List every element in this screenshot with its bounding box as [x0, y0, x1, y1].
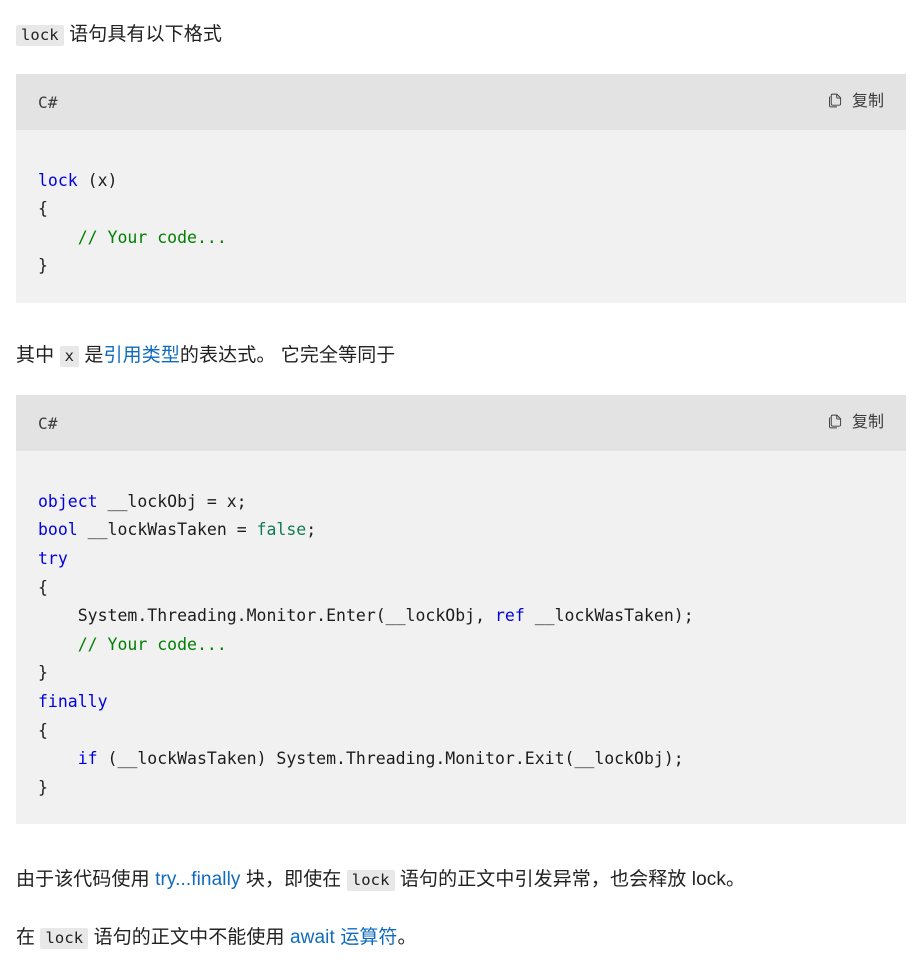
code-block-1-body[interactable]: lock (x) { // Your code...} [16, 147, 906, 303]
code-line: object __lockObj = x; [38, 488, 884, 517]
middle-paragraph-text-before: 其中 [16, 345, 60, 367]
inline-code-lock: lock [16, 25, 64, 46]
code-token: __lockWasTaken = [77, 520, 257, 540]
inline-code-lock: lock [40, 927, 89, 949]
code-block-1-language-label: C# [38, 92, 58, 112]
copy-icon [827, 92, 844, 113]
copy-button-label: 复制 [851, 414, 884, 432]
code-token: finally [38, 692, 108, 712]
code-line: } [38, 252, 884, 281]
copy-button-label: 复制 [851, 93, 884, 110]
code-line: try [38, 545, 884, 574]
code-line: } [38, 774, 884, 803]
closing-2-text-before: 在 [16, 926, 41, 948]
code-block-2: C# 复制 object __lockObj = x; bool __lockWa… [16, 395, 906, 825]
middle-paragraph: 其中 x 是引用类型的表达式。 它完全等同于 [0, 339, 924, 373]
code-token: // Your code... [77, 634, 227, 654]
code-line: { [38, 574, 884, 603]
link-try-finally[interactable]: try...finally [155, 869, 240, 890]
closing-1-text-mid: 块，即使在 [240, 868, 347, 890]
closing-1-text-after: 语句的正文中引发异常，也会释放 lock。 [394, 868, 746, 890]
code-line: // Your code... [38, 224, 884, 253]
code-line: finally [38, 688, 884, 717]
inline-code-lock: lock [346, 869, 395, 891]
closing-2-text-after: 。 [397, 926, 417, 948]
code-line: System.Threading.Monitor.Enter(__lockObj… [38, 602, 884, 631]
spacer-top [0, 0, 924, 18]
code-token: ; [306, 520, 317, 540]
closing-paragraph-1: 由于该代码使用 try...finally 块，即使在 lock 语句的正文中引… [0, 863, 924, 897]
code-line: if (__lockWasTaken) System.Threading.Mon… [38, 745, 884, 774]
code-token: { [38, 577, 48, 597]
middle-paragraph-text-after: 的表达式。 它完全等同于 [179, 345, 396, 367]
intro-paragraph: lock 语句具有以下格式 [0, 18, 924, 52]
code-block-2-language-label: C# [38, 413, 58, 433]
code-line: // Your code... [38, 631, 884, 660]
closing-1-text-before: 由于该代码使用 [16, 868, 156, 890]
code-token: bool [38, 520, 78, 540]
article-content: lock 语句具有以下格式 C# 复制 lock (x) { // Your co… [0, 0, 924, 980]
code-token: __lockObj = x; [97, 491, 247, 511]
code-token: { [38, 199, 48, 219]
code-block-1-header: C# 复制 [16, 74, 906, 130]
code-token: __lockWasTaken); [524, 606, 694, 626]
code-token: } [38, 777, 48, 797]
code-token: if [77, 749, 98, 769]
spacer-before-codeblock-1 [0, 52, 924, 74]
code-line: { [38, 195, 884, 224]
code-token: ref [494, 606, 525, 626]
spacer-after-codeblock-1 [0, 319, 924, 339]
code-line: lock (x) [38, 167, 884, 196]
link-reference-type[interactable]: 引用类型 [104, 345, 180, 366]
closing-paragraph-2: 在 lock 语句的正文中不能使用 await 运算符。 [0, 921, 924, 955]
inline-code-x: x [59, 346, 80, 368]
code-token: (__lockWasTaken) System.Threading.Monito… [97, 749, 684, 769]
code-line: bool __lockWasTaken = false; [38, 516, 884, 545]
copy-button[interactable]: 复制 [825, 411, 886, 436]
link-await-operator[interactable]: await 运算符 [290, 927, 398, 948]
code-token: try [38, 549, 68, 569]
code-token: { [38, 720, 48, 740]
copy-button[interactable]: 复制 [825, 90, 886, 115]
code-token: (x) [77, 170, 118, 190]
spacer-between-closing-paragraphs [0, 897, 924, 921]
code-token: lock [38, 170, 78, 190]
code-line: { [38, 717, 884, 746]
code-token: } [38, 256, 48, 276]
code-token: } [38, 663, 48, 683]
code-block-1: C# 复制 lock (x) { // Your code...} [16, 74, 906, 303]
closing-2-text-mid: 语句的正文中不能使用 [88, 926, 290, 948]
code-token: // Your code... [77, 227, 227, 247]
code-token: System.Threading.Monitor.Enter(__lockObj… [38, 606, 495, 626]
spacer-after-codeblock-2 [0, 841, 924, 863]
middle-paragraph-text-mid: 是 [79, 345, 104, 367]
spacer-before-codeblock-2 [0, 373, 924, 395]
code-block-2-body[interactable]: object __lockObj = x; bool __lockWasTaken… [16, 468, 906, 825]
copy-icon [827, 413, 844, 434]
code-block-2-header: C# 复制 [16, 395, 906, 452]
code-token: object [38, 491, 98, 511]
intro-paragraph-text: 语句具有以下格式 [63, 24, 222, 45]
code-line: } [38, 659, 884, 688]
code-token: false [256, 520, 307, 540]
